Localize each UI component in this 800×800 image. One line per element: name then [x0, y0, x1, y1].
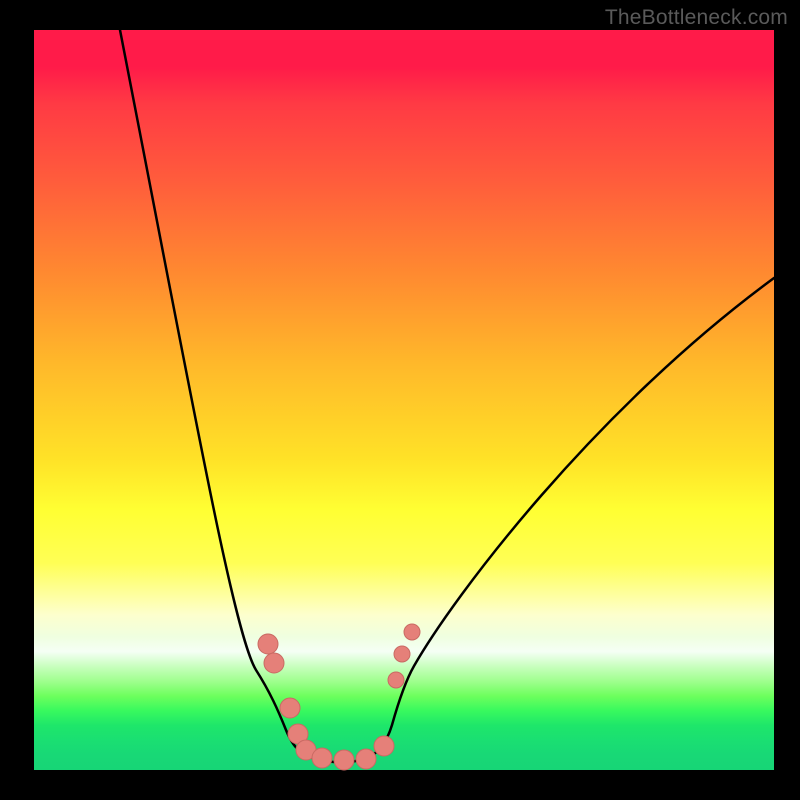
- data-point: [404, 624, 420, 640]
- data-point: [312, 748, 332, 768]
- data-point: [264, 653, 284, 673]
- data-point: [356, 749, 376, 769]
- data-point: [388, 672, 404, 688]
- bottleneck-curve: [120, 30, 774, 762]
- chart-plot-area: [34, 30, 774, 770]
- chart-frame: TheBottleneck.com: [0, 0, 800, 800]
- data-point: [394, 646, 410, 662]
- watermark-text: TheBottleneck.com: [605, 6, 788, 30]
- data-point: [280, 698, 300, 718]
- data-point: [374, 736, 394, 756]
- data-point: [334, 750, 354, 770]
- data-point: [258, 634, 278, 654]
- data-points: [258, 624, 420, 770]
- chart-svg: [34, 30, 774, 770]
